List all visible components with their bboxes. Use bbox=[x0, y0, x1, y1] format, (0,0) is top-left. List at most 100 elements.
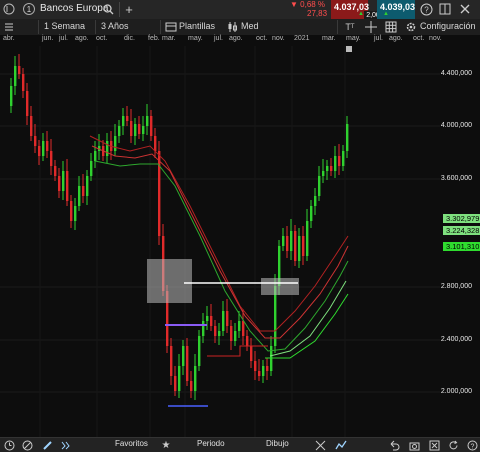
bottom-toolbar: Favoritos ★ Periodo Dibujo ? bbox=[0, 437, 480, 452]
templates-icon[interactable] bbox=[164, 20, 178, 34]
refresh-icon[interactable] bbox=[447, 439, 459, 451]
month-label: nov. bbox=[429, 35, 442, 42]
month-label: nov. bbox=[272, 35, 285, 42]
candle-body bbox=[42, 141, 45, 156]
month-label: oct. bbox=[256, 35, 268, 42]
top-bar: 1 Bancos Europa + ▼ 0,68 % 27,83 4.037,0… bbox=[0, 0, 480, 20]
candle-body bbox=[46, 141, 49, 151]
svg-text:?: ? bbox=[424, 5, 429, 14]
candle-body bbox=[334, 156, 337, 171]
candle-body bbox=[38, 146, 41, 156]
candle-body bbox=[114, 136, 117, 151]
period-button[interactable]: Periodo bbox=[197, 439, 225, 448]
help-icon[interactable]: ? bbox=[466, 439, 478, 451]
configuration-button[interactable]: Configuración bbox=[420, 21, 476, 31]
month-label: mar. bbox=[322, 35, 336, 42]
add-tab-icon[interactable]: + bbox=[123, 2, 135, 17]
undo-icon[interactable] bbox=[388, 439, 400, 451]
month-label: ago. bbox=[229, 35, 243, 42]
candle-body bbox=[186, 346, 189, 381]
clock-icon[interactable] bbox=[3, 439, 15, 451]
month-label: dic. bbox=[124, 35, 135, 42]
price-axis-label: 4.000,000 bbox=[440, 122, 472, 129]
close-icon[interactable] bbox=[428, 439, 440, 451]
search-icon[interactable] bbox=[102, 3, 114, 15]
candle-body bbox=[154, 136, 157, 151]
price-type-select[interactable]: Med bbox=[241, 21, 259, 31]
candle-body bbox=[294, 231, 297, 261]
star-icon[interactable]: ★ bbox=[160, 439, 172, 451]
time-axis: abr. jun. jul. ago. oct. dic. feb. mar. … bbox=[0, 35, 480, 45]
candle-body bbox=[210, 316, 213, 326]
magnet-icon[interactable] bbox=[59, 439, 73, 451]
crosshair-icon[interactable] bbox=[364, 20, 378, 34]
candle-body bbox=[298, 236, 301, 261]
candle-body bbox=[170, 346, 173, 376]
help-icon[interactable]: ? bbox=[419, 2, 433, 16]
candle-body bbox=[290, 231, 293, 251]
candle-body bbox=[258, 371, 261, 376]
candle-body bbox=[122, 116, 125, 126]
candle-body bbox=[18, 66, 21, 74]
month-label: mar. bbox=[162, 35, 176, 42]
candle-body bbox=[206, 316, 209, 321]
candle-body bbox=[306, 221, 309, 256]
menu-icon[interactable] bbox=[3, 21, 15, 33]
range-select[interactable]: 3 Años bbox=[101, 21, 129, 31]
month-label: may. bbox=[188, 35, 203, 42]
candle-body bbox=[250, 346, 253, 361]
candle-body bbox=[34, 136, 37, 146]
chart-toolbar: 1 Semana 3 Años Plantillas Med TT Config… bbox=[0, 19, 480, 36]
candle-body bbox=[338, 156, 341, 166]
candle-body bbox=[214, 326, 217, 336]
candle-body bbox=[246, 336, 249, 346]
month-label: jul. bbox=[374, 35, 383, 42]
grid-icon[interactable] bbox=[384, 20, 398, 34]
close-icon[interactable] bbox=[458, 2, 472, 16]
divider bbox=[160, 20, 161, 34]
month-label: jun. bbox=[42, 35, 54, 42]
screenshot-icon[interactable] bbox=[408, 439, 420, 451]
price-axis-label: 4.400,000 bbox=[440, 70, 472, 77]
candle-body bbox=[138, 124, 141, 134]
candle-body bbox=[286, 236, 289, 251]
price-axis-label: 3.600,000 bbox=[440, 175, 472, 182]
candle-body bbox=[190, 381, 193, 391]
text-tool-icon[interactable]: TT bbox=[343, 20, 357, 34]
candle-body bbox=[62, 171, 65, 191]
no-sign-icon[interactable] bbox=[21, 439, 33, 451]
month-label: feb. bbox=[148, 35, 160, 42]
period-select[interactable]: 1 Semana bbox=[44, 21, 85, 31]
favorites-button[interactable]: Favoritos bbox=[115, 439, 148, 448]
candle-body bbox=[22, 74, 25, 91]
templates-button[interactable]: Plantillas bbox=[179, 21, 215, 31]
month-label: may. bbox=[346, 35, 361, 42]
candle-body bbox=[322, 171, 325, 176]
instrument-name[interactable]: Bancos Europa bbox=[40, 3, 108, 14]
indicator-icon[interactable] bbox=[334, 439, 348, 451]
highlight-box bbox=[261, 278, 299, 295]
candle-body bbox=[302, 236, 305, 256]
candle-body bbox=[10, 86, 13, 106]
pen-icon[interactable] bbox=[41, 439, 53, 451]
drawing-button[interactable]: Dibujo bbox=[266, 439, 289, 448]
compare-icon[interactable] bbox=[314, 439, 326, 451]
change-percent: ▼ 0,68 % bbox=[290, 0, 326, 9]
sidebar-toggle-icon[interactable] bbox=[2, 2, 16, 16]
candle-body bbox=[70, 201, 73, 221]
svg-text:?: ? bbox=[470, 443, 474, 450]
time-cursor-marker bbox=[346, 46, 352, 52]
candle-body bbox=[182, 346, 185, 366]
month-label: oct. bbox=[96, 35, 108, 42]
candle-body bbox=[242, 321, 245, 336]
month-label: ago. bbox=[75, 35, 89, 42]
candle-type-icon[interactable] bbox=[226, 20, 240, 34]
candle-body bbox=[310, 206, 313, 221]
settings-gear-icon[interactable] bbox=[404, 20, 418, 34]
price-chart[interactable] bbox=[0, 46, 480, 437]
month-label: abr. bbox=[3, 35, 15, 42]
candle-body bbox=[238, 321, 241, 331]
candle-body bbox=[14, 66, 17, 86]
instrument-number-badge: 1 bbox=[23, 3, 35, 15]
layout-icon[interactable] bbox=[438, 2, 452, 16]
